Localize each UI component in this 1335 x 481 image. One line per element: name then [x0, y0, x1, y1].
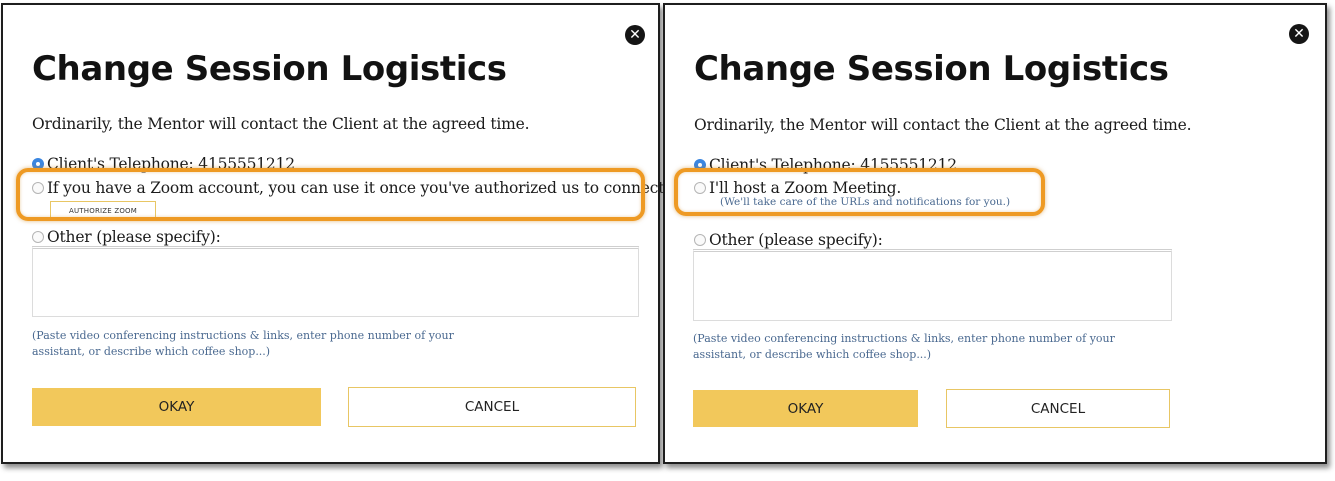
- highlight-zoom-option-left: [16, 168, 645, 221]
- okay-button[interactable]: OKAY: [693, 390, 918, 427]
- radio-icon[interactable]: [32, 231, 44, 243]
- intro-text: Ordinarily, the Mentor will contact the …: [32, 115, 530, 133]
- hint-text: (Paste video conferencing instructions &…: [32, 329, 454, 358]
- cancel-button[interactable]: CANCEL: [946, 389, 1170, 428]
- close-icon[interactable]: ✕: [625, 25, 645, 45]
- change-logistics-dialog-left: ✕ Change Session Logistics Ordinarily, t…: [1, 3, 669, 464]
- highlight-zoom-option-right: [674, 168, 1045, 216]
- hint-text: (Paste video conferencing instructions &…: [693, 332, 1115, 361]
- option-label: Other (please specify):: [47, 228, 221, 246]
- option-other[interactable]: Other (please specify):: [694, 231, 883, 249]
- other-details-textarea[interactable]: [693, 249, 1172, 321]
- cancel-button[interactable]: CANCEL: [348, 387, 636, 427]
- option-other[interactable]: Other (please specify):: [32, 228, 221, 246]
- close-icon[interactable]: ✕: [1289, 24, 1309, 44]
- other-details-textarea[interactable]: [32, 246, 639, 317]
- okay-button[interactable]: OKAY: [32, 388, 321, 426]
- radio-icon[interactable]: [694, 234, 706, 246]
- change-logistics-dialog-right: ✕ Change Session Logistics Ordinarily, t…: [663, 3, 1327, 464]
- dialog-title: Change Session Logistics: [32, 49, 507, 89]
- intro-text: Ordinarily, the Mentor will contact the …: [694, 116, 1192, 134]
- dialog-title: Change Session Logistics: [694, 49, 1169, 89]
- option-label: Other (please specify):: [709, 231, 883, 249]
